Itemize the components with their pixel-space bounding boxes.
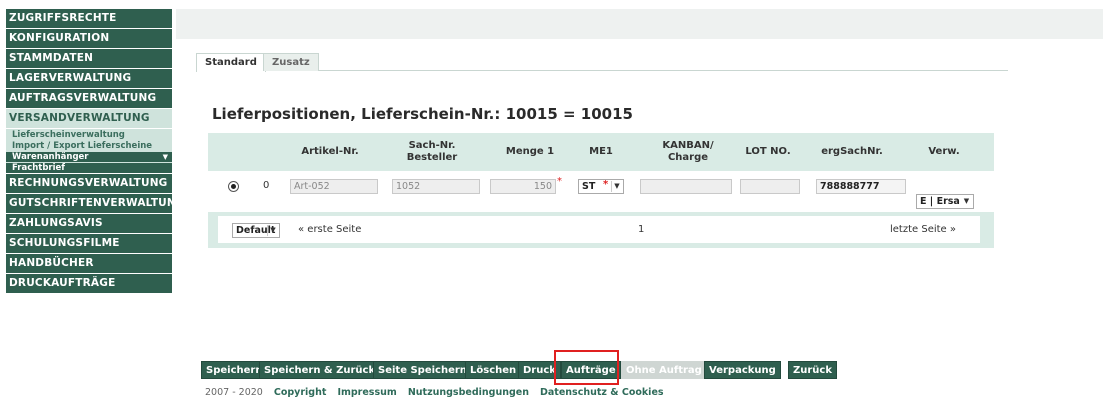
chevron-down-icon: ▼ [963, 197, 970, 205]
me1-value: ST [582, 181, 596, 192]
last-page-link[interactable]: letzte Seite » [890, 224, 956, 235]
sidebar-item-handbuecher[interactable]: HANDBÜCHER [6, 254, 172, 273]
positions-table: Artikel-Nr. Sach-Nr. Besteller Menge 1 M… [208, 133, 994, 248]
required-star-icon: * [603, 179, 609, 190]
sidebar-item-stammdaten[interactable]: STAMMDATEN [6, 49, 172, 68]
footer-link-datenschutz[interactable]: Datenschutz & Cookies [540, 387, 664, 398]
lot-no-field[interactable] [740, 179, 800, 194]
tab-bar: Standard Zusatz [196, 53, 1008, 72]
chevron-down-icon: ▼ [267, 225, 278, 236]
pagination-bar: Default ▼ « erste Seite 1 letzte Seite » [208, 212, 994, 248]
artikel-nr-field[interactable]: Art-052 [290, 179, 378, 194]
required-star-icon: * [557, 176, 562, 187]
sidebar-item-rechnungsverwaltung[interactable]: RECHNUNGSVERWALTUNG [6, 174, 172, 193]
col-ergsachnr: ergSachNr. [821, 146, 883, 157]
row-index: 0 [263, 180, 270, 191]
pagination-inner: Default ▼ « erste Seite 1 letzte Seite » [218, 216, 980, 243]
footer-years: 2007 - 2020 [205, 387, 263, 398]
page-size-select[interactable]: Default ▼ [232, 223, 280, 238]
col-sach-nr: Sach-Nr. Besteller [406, 140, 458, 163]
footer-link-impressum[interactable]: Impressum [337, 387, 396, 398]
table-row: 0 Art-052 1052 150 * ST * ▼ 788888777 E … [208, 171, 994, 209]
verpackung-button[interactable]: Verpackung [704, 361, 781, 379]
col-menge: Menge 1 [505, 146, 555, 157]
seite-speichern-button[interactable]: Seite Speichern [373, 361, 472, 379]
speichern-zurueck-button[interactable]: Speichern & Zurück [259, 361, 381, 379]
top-strip [176, 9, 1103, 39]
row-select-radio[interactable] [228, 181, 239, 192]
zurueck-button[interactable]: Zurück [788, 361, 837, 379]
speichern-button[interactable]: Speichern [201, 361, 268, 379]
table-header: Artikel-Nr. Sach-Nr. Besteller Menge 1 M… [208, 133, 994, 171]
subitem-frachtbrief[interactable]: Frachtbrief [6, 163, 172, 173]
sidebar-item-konfiguration[interactable]: KONFIGURATION [6, 29, 172, 48]
sidebar-item-zahlungsavis[interactable]: ZAHLUNGSAVIS [6, 214, 172, 233]
sidebar-item-druckauftraege[interactable]: DRUCKAUFTRÄGE [6, 274, 172, 293]
verw-select[interactable]: E | Ersa ▼ [916, 194, 974, 209]
sidebar-item-schulungsfilme[interactable]: SCHULUNGSFILME [6, 234, 172, 253]
sidebar-item-lagerverwaltung[interactable]: LAGERVERWALTUNG [6, 69, 172, 88]
sidebar-submenu: Lieferscheinverwaltung Import / Export L… [6, 129, 172, 173]
sidebar-nav: ZUGRIFFSRECHTE KONFIGURATION STAMMDATEN … [6, 9, 172, 294]
ohne-auftrag-button[interactable]: Ohne Auftrag [621, 361, 707, 379]
sach-nr-field[interactable]: 1052 [392, 179, 480, 194]
loeschen-button[interactable]: Löschen [465, 361, 522, 379]
chevron-down-icon: ▼ [162, 153, 168, 161]
current-page: 1 [638, 224, 645, 235]
col-lot-no: LOT NO. [745, 146, 791, 157]
footer-link-copyright[interactable]: Copyright [274, 387, 327, 398]
col-kanban: KANBAN/ Charge [662, 140, 714, 163]
verw-value: E | Ersa [920, 196, 960, 207]
chevron-down-icon: ▼ [611, 181, 622, 192]
subitem-warenanhaenger[interactable]: Warenanhänger ▼ [6, 152, 172, 162]
sidebar-item-versandverwaltung[interactable]: VERSANDVERWALTUNG [6, 109, 172, 128]
highlight-box [554, 350, 619, 385]
tab-standard[interactable]: Standard [196, 53, 266, 72]
menge-cell: 150 * [490, 176, 562, 194]
sidebar-item-gutschriftenverwaltung[interactable]: GUTSCHRIFTENVERWALTUNG [6, 194, 172, 213]
subitem-import-export[interactable]: Import / Export Lieferscheine [6, 141, 172, 151]
subitem-lieferscheinverwaltung[interactable]: Lieferscheinverwaltung [6, 130, 172, 140]
footer-link-nutzungsbedingungen[interactable]: Nutzungsbedingungen [408, 387, 529, 398]
footer: 2007 - 2020 Copyright Impressum Nutzungs… [205, 387, 664, 398]
page: ZUGRIFFSRECHTE KONFIGURATION STAMMDATEN … [0, 0, 1103, 399]
tab-zusatz[interactable]: Zusatz [263, 53, 319, 71]
first-page-link[interactable]: « erste Seite [298, 224, 361, 235]
sidebar-item-auftragsverwaltung[interactable]: AUFTRAGSVERWALTUNG [6, 89, 172, 108]
menge-field[interactable]: 150 [490, 179, 556, 194]
subitem-warenanhaenger-label: Warenanhänger [12, 152, 89, 162]
kanban-field[interactable] [640, 179, 732, 194]
me1-select[interactable]: ST * ▼ [578, 179, 624, 194]
col-me1: ME1 [589, 146, 613, 157]
col-verw: Verw. [928, 146, 960, 157]
col-artikel-nr: Artikel-Nr. [301, 146, 359, 157]
sidebar-item-zugriffsrechte[interactable]: ZUGRIFFSRECHTE [6, 9, 172, 28]
ergsachnr-field[interactable]: 788888777 [816, 179, 906, 194]
page-title: Lieferpositionen, Lieferschein-Nr.: 1001… [212, 105, 633, 123]
